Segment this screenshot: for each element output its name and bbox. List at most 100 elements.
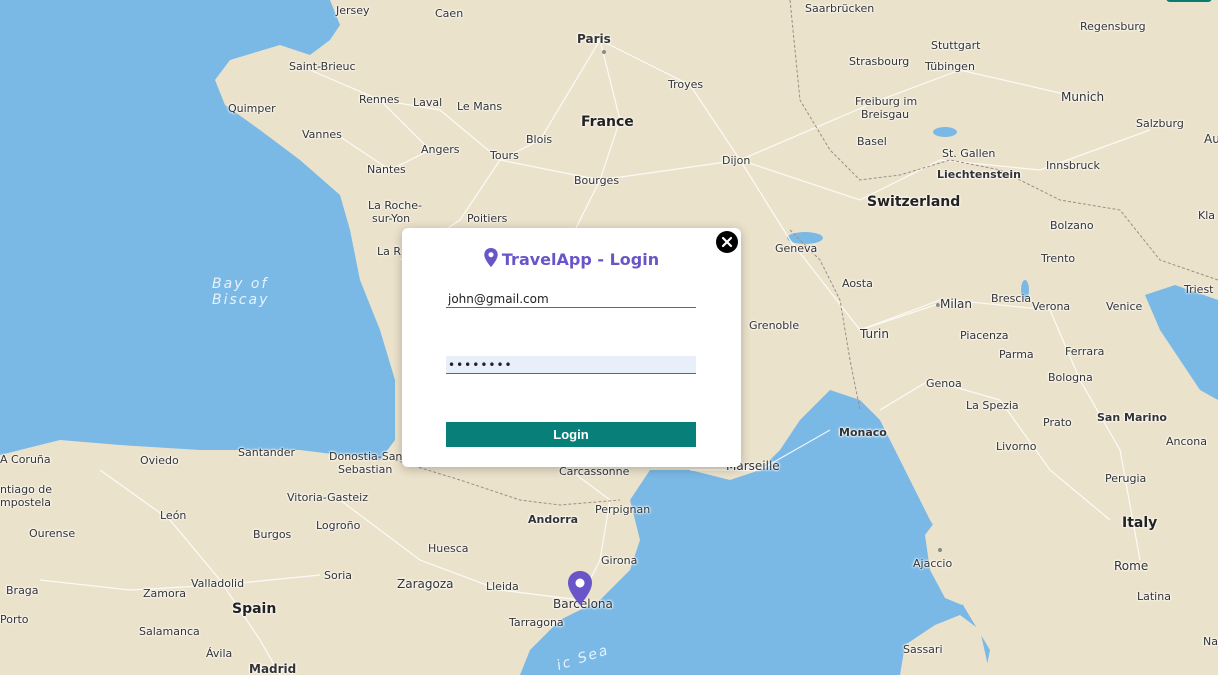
city-label: Tarragona — [509, 616, 564, 629]
city-label: Rome — [1114, 559, 1149, 573]
city-label: Porto — [0, 613, 29, 626]
map-pin-icon — [484, 248, 498, 271]
city-label: Turin — [860, 327, 889, 341]
country-label-france: France — [581, 114, 634, 130]
city-label: Regensburg — [1080, 20, 1146, 33]
city-label: Donostia-San — [329, 450, 403, 463]
city-label: Parma — [999, 348, 1034, 361]
city-label: Oviedo — [140, 454, 179, 467]
city-label: Tours — [490, 149, 519, 162]
lake-constance — [933, 127, 957, 137]
map-marker-icon[interactable] — [568, 571, 592, 605]
modal-title: TravelApp - Login — [402, 248, 741, 271]
login-button[interactable]: Login — [446, 422, 696, 447]
city-label: La R — [377, 245, 402, 258]
city-label: Innsbruck — [1046, 159, 1100, 172]
sea-label-biscay: Bay of Biscay — [212, 276, 269, 308]
land-elba — [1054, 497, 1066, 503]
city-label: Saarbrücken — [805, 2, 875, 15]
city-label: Braga — [6, 584, 39, 597]
city-label: Venice — [1106, 300, 1143, 313]
city-label: Stuttgart — [931, 39, 981, 52]
city-label: Santander — [238, 446, 295, 459]
city-label: A Coruña — [0, 453, 51, 466]
city-label: Quimper — [228, 102, 276, 115]
city-label: Ajaccio — [913, 557, 953, 570]
city-label: Ourense — [29, 527, 76, 540]
city-label: Triest — [1184, 283, 1214, 296]
city-label: Angers — [421, 143, 460, 156]
city-label: Latina — [1137, 590, 1171, 603]
city-label: Jersey — [336, 4, 370, 17]
city-label: Valladolid — [191, 577, 245, 590]
country-label-italy: Italy — [1122, 515, 1158, 531]
city-label: Brescia — [991, 292, 1032, 305]
close-icon — [721, 236, 733, 248]
login-modal: TravelApp - Login Login — [402, 228, 741, 467]
city-label: Verona — [1032, 300, 1071, 313]
city-label: Poitiers — [467, 212, 508, 225]
email-field[interactable] — [446, 290, 696, 308]
city-label: mpostela — [0, 496, 52, 509]
city-label: Logroño — [316, 519, 361, 532]
sea-label-biscay-line2: Biscay — [212, 292, 270, 308]
city-label: Paris — [577, 32, 611, 46]
city-label: Sebastian — [338, 463, 393, 476]
city-label: Grenoble — [749, 319, 800, 332]
city-label: Livorno — [996, 440, 1037, 453]
modal-title-text: TravelApp - Login — [501, 250, 660, 269]
city-label: Huesca — [428, 542, 469, 555]
city-label: Zaragoza — [397, 577, 454, 591]
city-label: Blois — [526, 133, 553, 146]
city-label: Le Mans — [457, 100, 503, 113]
country-label-spain: Spain — [232, 601, 277, 617]
password-field[interactable] — [446, 356, 696, 374]
city-label: Munich — [1061, 90, 1105, 104]
city-label: Ávila — [206, 647, 233, 660]
city-label: Troyes — [668, 78, 704, 91]
city-label: Genoa — [926, 377, 962, 390]
city-label: Basel — [857, 135, 887, 148]
city-label: Burgos — [253, 528, 292, 541]
city-label: Au — [1204, 132, 1218, 146]
city-label: Prato — [1043, 416, 1072, 429]
city-label: León — [160, 509, 187, 522]
city-label: Zamora — [143, 587, 186, 600]
city-label: Carcassonne — [559, 465, 630, 478]
city-label: Girona — [601, 554, 638, 567]
city-label: Bolzano — [1050, 219, 1094, 232]
city-label: Dijon — [722, 154, 751, 167]
city-label: Laval — [413, 96, 443, 109]
city-label: Saint-Brieuc — [289, 60, 356, 73]
city-label: Strasbourg — [849, 55, 910, 68]
city-label: Geneva — [775, 242, 818, 255]
city-label: Milan — [940, 297, 972, 311]
city-label: Kla — [1198, 209, 1216, 222]
city-label: Trento — [1041, 252, 1076, 265]
city-label: Salamanca — [139, 625, 200, 638]
city-label: Rennes — [359, 93, 400, 106]
map-control-button[interactable] — [1166, 0, 1212, 2]
city-label: Caen — [435, 7, 464, 20]
city-label: Bologna — [1048, 371, 1093, 384]
city-label: Na — [1203, 635, 1218, 648]
city-label: Breisgau — [861, 108, 910, 121]
city-label: Soria — [324, 569, 353, 582]
country-label-andorra: Andorra — [528, 513, 579, 526]
city-label: Ancona — [1166, 435, 1207, 448]
city-label: La Spezia — [966, 399, 1019, 412]
city-label: Aosta — [842, 277, 873, 290]
city-label: St. Gallen — [942, 147, 996, 160]
city-label: Vannes — [302, 128, 342, 141]
country-label-liechtenstein: Liechtenstein — [937, 168, 1022, 181]
city-label: Ferrara — [1065, 345, 1105, 358]
city-label: Nantes — [367, 163, 406, 176]
city-label: Tübingen — [925, 60, 975, 73]
city-label: La Roche- — [368, 199, 423, 212]
country-label-san-marino: San Marino — [1097, 411, 1167, 424]
country-label-monaco: Monaco — [839, 426, 887, 439]
city-label: Freiburg im — [855, 95, 918, 108]
city-label: Salzburg — [1136, 117, 1184, 130]
sea-label-biscay-line1: Bay of — [212, 276, 269, 292]
city-label: Perugia — [1105, 472, 1147, 485]
